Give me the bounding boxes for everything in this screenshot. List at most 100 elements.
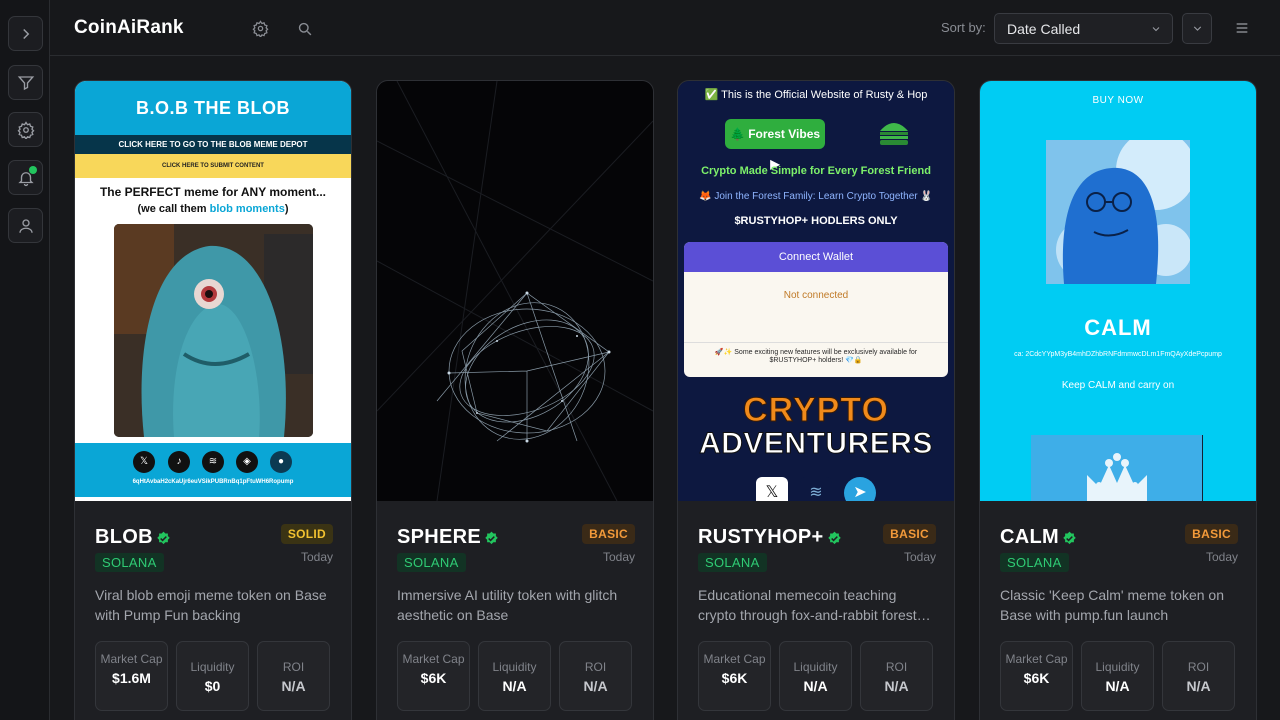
stat-label: Liquidity [492, 660, 537, 674]
coin-description: Immersive AI utility token with glitch a… [397, 587, 618, 623]
coin-title: CALM [1000, 526, 1077, 549]
filter-button[interactable] [8, 65, 43, 100]
buy-now-link: BUY NOW [1092, 95, 1144, 106]
stat-label: Market Cap [703, 652, 766, 666]
stat-label: Liquidity [793, 660, 838, 674]
coin-name: SPHERE [397, 526, 482, 548]
coin-title: RUSTYHOP+ [698, 526, 842, 549]
preview-banner: CLICK HERE TO GO TO THE BLOB MEME DEPOT [75, 135, 351, 154]
stats-row: Market Cap $6K Liquidity N/A ROI N/A [698, 641, 933, 711]
stat-value: $6K [420, 670, 447, 686]
stat-label: ROI [1187, 660, 1210, 674]
date-called: Today [300, 550, 333, 564]
header-settings-button[interactable] [250, 18, 270, 38]
search-icon [298, 22, 311, 35]
date-called: Today [602, 550, 635, 564]
stat-value: N/A [583, 678, 608, 694]
stat-liquidity: Liquidity N/A [478, 641, 551, 711]
stat-roi: ROI N/A [257, 641, 330, 711]
menu-button[interactable] [1232, 18, 1252, 38]
expand-sidebar-button[interactable] [8, 16, 43, 51]
tier-badge: BASIC [883, 524, 936, 544]
stat-roi: ROI N/A [1162, 641, 1235, 711]
tier-badge: BASIC [1185, 524, 1238, 544]
stat-label: Liquidity [1095, 660, 1140, 674]
preview-text: $RUSTYHOP+ HODLERS ONLY [734, 215, 898, 227]
blob-character-image [114, 224, 313, 437]
stat-liquidity: Liquidity $0 [176, 641, 249, 711]
dexscreener-icon: ≋ [202, 451, 224, 473]
stat-value: N/A [281, 678, 306, 694]
account-button[interactable] [8, 208, 43, 243]
tiktok-icon: ♪ [168, 451, 190, 473]
stat-liquidity: Liquidity N/A [779, 641, 852, 711]
top-bar: CoinAiRank Sort by: Date Called [50, 0, 1280, 56]
coin-card-blob[interactable]: B.O.B THE BLOB CLICK HERE TO GO TO THE B… [74, 80, 352, 720]
stat-liquidity: Liquidity N/A [1081, 641, 1154, 711]
preview-text-prefix: (we call them [137, 203, 210, 215]
preview-note: 🚀✨ Some exciting new features will be ex… [684, 342, 948, 364]
chevron-down-icon [1152, 27, 1160, 32]
coin-description: Classic 'Keep Calm' meme token on Base w… [1000, 587, 1224, 623]
preview-text-highlight: blob moments [209, 203, 285, 215]
sort-select[interactable]: Date Called [994, 13, 1173, 44]
blob-avatar-icon: ● [270, 451, 292, 473]
coin-name: BLOB [95, 526, 153, 548]
chevron-down-icon [1193, 26, 1201, 31]
coin-card-rustyhop[interactable]: ✅ This is the Official Website of Rusty … [677, 80, 955, 720]
verified-check-icon [827, 531, 841, 545]
preview-text: (we call them blob moments) [75, 203, 351, 215]
chain-badge: SOLANA [397, 553, 466, 572]
stat-value: N/A [1105, 678, 1130, 694]
coin-preview-image: BUY NOW CALM ca: 2CdcYYpM3yB4mhDZhbRNFdm… [980, 81, 1256, 501]
burger-icon [880, 123, 908, 145]
preview-logo-text: CRYPTO [743, 391, 889, 429]
sort-order-button[interactable] [1182, 13, 1212, 44]
preview-text: ✅ This is the Official Website of Rusty … [704, 89, 928, 101]
preview-banner: CLICK HERE TO SUBMIT CONTENT [75, 154, 351, 178]
brand-logo[interactable]: CoinAiRank [74, 17, 184, 39]
wallet-panel: Connect Wallet Not connected 🚀✨ Some exc… [684, 242, 948, 377]
dexscreener-icon: ≋ [800, 477, 832, 501]
stat-market-cap: Market Cap $6K [698, 641, 771, 711]
chain-badge: SOLANA [698, 553, 767, 572]
date-called: Today [1205, 550, 1238, 564]
stat-value: N/A [803, 678, 828, 694]
x-social-icon: 𝕏 [756, 477, 788, 501]
chevron-right-icon [22, 28, 29, 39]
coin-description: Educational memecoin teaching crypto thr… [698, 587, 917, 623]
stat-label: ROI [885, 660, 908, 674]
preview-text-suffix: ) [284, 203, 289, 215]
stat-value: N/A [502, 678, 527, 694]
gear-icon [17, 120, 34, 139]
stat-value: N/A [1186, 678, 1211, 694]
search-button[interactable] [294, 18, 314, 38]
verified-check-icon [485, 531, 498, 545]
stat-roi: ROI N/A [559, 641, 632, 711]
stat-market-cap: Market Cap $1.6M [95, 641, 168, 711]
preview-tagline: Crypto Made Simple for Every Forest Frie… [701, 165, 931, 177]
coin-description: Viral blob emoji meme token on Base with… [95, 587, 327, 623]
stat-value: $6K [1023, 670, 1050, 686]
coin-preview-image: B.O.B THE BLOB CLICK HERE TO GO TO THE B… [75, 81, 351, 501]
tier-badge: SOLID [280, 524, 333, 544]
stat-label: ROI [282, 660, 305, 674]
crown-icon [1031, 435, 1203, 501]
tier-badge: BASIC [582, 524, 635, 544]
settings-button[interactable] [8, 112, 43, 147]
chain-badge: SOLANA [95, 553, 164, 572]
hamburger-menu-icon [1236, 23, 1248, 33]
preview-title: CALM [1084, 315, 1152, 340]
notifications-button[interactable] [8, 160, 43, 195]
preview-button: 🌲 Forest Vibes ▶ [725, 119, 825, 171]
coin-name: RUSTYHOP+ [698, 526, 824, 548]
stats-row: Market Cap $6K Liquidity N/A ROI N/A [1000, 641, 1235, 711]
stat-value: $6K [721, 670, 748, 686]
coin-card-sphere[interactable]: SPHERE BASIC SOLANA Today Immersive AI u… [376, 80, 654, 720]
stats-row: Market Cap $1.6M Liquidity $0 ROI N/A [95, 641, 330, 711]
left-sidebar [0, 0, 50, 720]
coin-name: CALM [1000, 526, 1059, 548]
preview-tagline: Keep CALM and carry on [1061, 380, 1175, 391]
coin-card-calm[interactable]: BUY NOW CALM ca: 2CdcYYpM3yB4mhDZhbRNFdm… [979, 80, 1257, 720]
stat-market-cap: Market Cap $6K [1000, 641, 1073, 711]
